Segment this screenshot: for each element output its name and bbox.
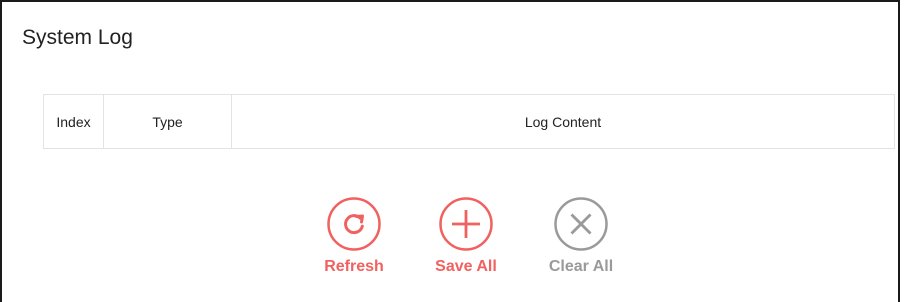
- column-header-index: Index: [44, 95, 104, 148]
- refresh-icon: [327, 197, 381, 251]
- system-log-panel: System Log Index Type Log Content Refres…: [0, 0, 900, 302]
- clear-all-label: Clear All: [548, 258, 614, 275]
- refresh-button[interactable]: Refresh: [304, 196, 404, 276]
- save-all-label: Save All: [435, 258, 497, 275]
- column-header-log-content: Log Content: [524, 113, 602, 130]
- close-icon: [554, 197, 608, 251]
- log-table: Index Type Log Content: [43, 94, 895, 149]
- action-bar: Refresh Save All Clear All: [2, 196, 902, 296]
- column-header-type: Type: [104, 95, 232, 148]
- refresh-label: Refresh: [324, 258, 384, 275]
- plus-icon: [439, 197, 493, 251]
- save-all-button[interactable]: Save All: [416, 196, 516, 276]
- clear-all-button[interactable]: Clear All: [531, 196, 631, 276]
- page-title: System Log: [22, 26, 133, 49]
